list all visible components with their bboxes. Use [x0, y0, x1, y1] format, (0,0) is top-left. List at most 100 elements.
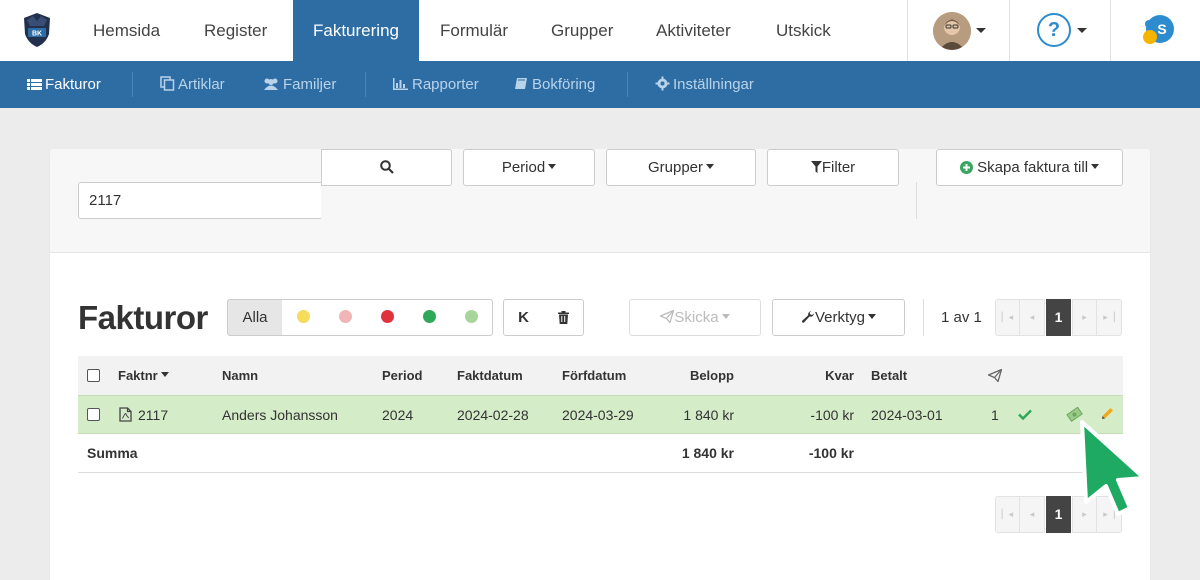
caret-down-icon [1091, 164, 1100, 169]
bar-chart-icon [393, 78, 408, 90]
cell-kvar: -100 kr [810, 407, 854, 423]
col-forfdatum[interactable]: Förfdatum [562, 356, 626, 395]
nav-formular[interactable]: Formulär [440, 0, 508, 61]
club-logo-icon[interactable]: BK [22, 12, 52, 48]
search-button[interactable] [321, 149, 452, 186]
user-avatar[interactable] [933, 12, 971, 50]
page-info: 1 av 1 [941, 309, 982, 326]
cell-namn[interactable]: Anders Johansson [222, 396, 338, 434]
cell-sent-count: 1 [991, 407, 999, 423]
svg-text:S: S [1157, 21, 1166, 37]
cell-belopp: 1 840 kr [683, 407, 734, 423]
col-period[interactable]: Period [382, 356, 422, 395]
send-label: Skicka [674, 309, 719, 326]
status-dot-icon [464, 310, 478, 323]
gear-icon [655, 76, 670, 91]
paper-plane-icon [659, 309, 675, 324]
subnav-item-artiklar[interactable]: Artiklar [160, 61, 225, 108]
tools-label: Verktyg [814, 309, 866, 326]
nav-grupper[interactable]: Grupper [551, 0, 613, 61]
first-page-button[interactable]: ▏◂ [995, 496, 1020, 533]
status-filter-red[interactable] [366, 299, 409, 336]
send-dropdown[interactable]: Skicka [629, 299, 761, 336]
sum-row: Summa 1 840 kr -100 kr [78, 434, 1123, 473]
status-filter-all[interactable]: Alla [227, 299, 283, 336]
nav-divider [1110, 0, 1111, 61]
cell-betalt: 2024-03-01 [871, 407, 943, 423]
subnav-item-familjer[interactable]: Familjer [262, 61, 336, 108]
subnav-label: Familjer [283, 76, 337, 93]
subnav-item-rapporter[interactable]: Rapporter [392, 61, 479, 108]
tools-dropdown[interactable]: Verktyg [772, 299, 905, 336]
create-invoice-dropdown[interactable]: Skapa faktura till [936, 149, 1123, 186]
invoice-table-header: Faktnr Namn Period Faktdatum Förfdatum B… [78, 356, 1123, 395]
users-icon [264, 78, 278, 90]
col-belopp[interactable]: Belopp [664, 356, 734, 395]
nav-aktiviteter[interactable]: Aktiviteter [656, 0, 731, 61]
filter-icon [810, 161, 822, 173]
sort-caret-icon [160, 372, 169, 377]
table-row[interactable]: 2117 Anders Johansson 2024 2024-02-28 20… [78, 395, 1123, 434]
col-kvar[interactable]: Kvar [784, 356, 854, 395]
help-icon[interactable]: ? [1037, 13, 1071, 47]
pdf-icon[interactable] [119, 407, 132, 422]
subnav-label: Bokföring [532, 76, 596, 93]
status-filter-green[interactable] [408, 299, 451, 336]
prev-page-button[interactable]: ◂ [1020, 496, 1045, 533]
search-icon [379, 160, 394, 174]
sent-column-icon [988, 369, 1002, 382]
subnav-label: Inställningar [673, 76, 754, 93]
nav-utskick[interactable]: Utskick [776, 0, 831, 61]
caret-down-icon [706, 164, 715, 169]
search-input[interactable] [78, 182, 321, 219]
col-faktnr[interactable]: Faktnr [118, 356, 169, 395]
nav-fakturering[interactable]: Fakturering [293, 0, 419, 61]
cell-faktnr[interactable]: 2117 [138, 396, 168, 434]
col-faktnr-label: Faktnr [118, 368, 158, 383]
select-all-checkbox[interactable] [87, 369, 100, 382]
groups-dropdown[interactable]: Grupper [606, 149, 756, 186]
filter-button[interactable]: Filter [767, 149, 899, 186]
nav-divider [1009, 0, 1010, 61]
status-dot-icon [338, 310, 352, 323]
wrench-icon [801, 311, 814, 323]
status-filter-lightgreen[interactable] [450, 299, 493, 336]
check-icon [1018, 409, 1032, 420]
subnav-item-bokforing[interactable]: Bokföring [514, 61, 595, 108]
col-namn[interactable]: Namn [222, 356, 258, 395]
mouse-pointer-icon [1080, 420, 1146, 516]
copy-icon [160, 76, 175, 91]
nav-hemsida[interactable]: Hemsida [93, 0, 160, 61]
caret-down-icon [868, 314, 877, 319]
help-menu-caret-icon[interactable] [1077, 28, 1087, 33]
current-page-button[interactable]: 1 [1046, 496, 1071, 533]
deleted-filter-button[interactable] [543, 299, 584, 336]
sum-label: Summa [87, 445, 138, 461]
subnav-divider [132, 72, 133, 97]
groups-label: Grupper [647, 159, 704, 176]
next-page-button[interactable]: ▸ [1072, 299, 1097, 336]
col-betalt[interactable]: Betalt [871, 356, 907, 395]
status-filter-pink[interactable] [324, 299, 367, 336]
row-checkbox[interactable] [87, 408, 100, 421]
last-page-button[interactable]: ▸▕ [1097, 299, 1122, 336]
current-page-button[interactable]: 1 [1046, 299, 1071, 336]
status-dot-icon [296, 310, 310, 323]
prev-page-button[interactable]: ◂ [1020, 299, 1045, 336]
trash-icon [557, 311, 569, 324]
brand-logo-icon[interactable]: S [1138, 12, 1176, 50]
period-dropdown[interactable]: Period [463, 149, 595, 186]
nav-register[interactable]: Register [204, 0, 267, 61]
subnav-item-fakturor[interactable]: Fakturor [27, 61, 101, 108]
user-menu-caret-icon[interactable] [976, 28, 986, 33]
col-faktdatum[interactable]: Faktdatum [457, 356, 523, 395]
subnav-divider [627, 72, 628, 97]
subnav-label: Fakturor [45, 76, 101, 93]
sum-belopp: 1 840 kr [681, 445, 734, 461]
page-title: Fakturor [78, 299, 208, 336]
credit-filter-button[interactable]: K [503, 299, 544, 336]
subnav-item-installningar[interactable]: Inställningar [655, 61, 754, 108]
status-filter-yellow[interactable] [282, 299, 325, 336]
first-page-button[interactable]: ▏◂ [995, 299, 1020, 336]
subnav-divider [365, 72, 366, 97]
